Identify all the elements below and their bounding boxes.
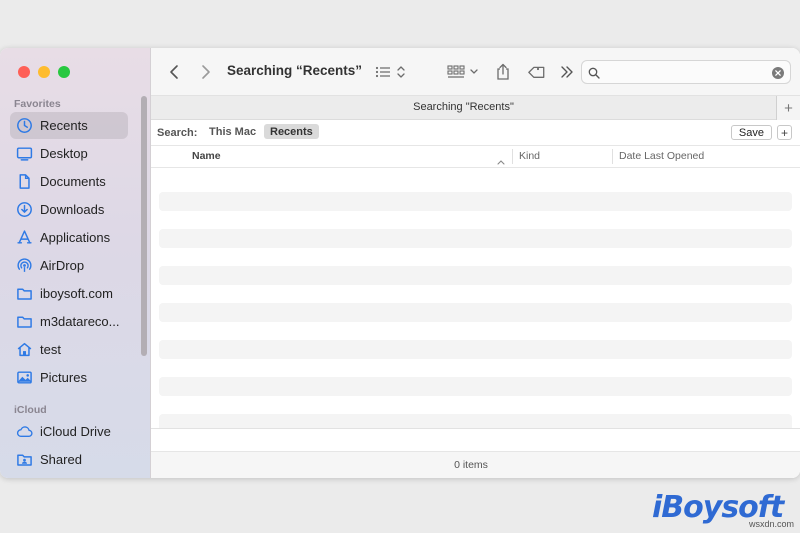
- status-bar: 0 items: [151, 428, 800, 478]
- document-icon: [16, 173, 33, 190]
- tag-icon[interactable]: [528, 62, 546, 82]
- finder-window: Favorites Recents Desktop Documents Down…: [0, 48, 800, 478]
- site-watermark: wsxdn.com: [748, 519, 794, 529]
- column-kind[interactable]: Kind: [519, 150, 540, 162]
- group-button[interactable]: [447, 62, 481, 82]
- sidebar-item-icloud-drive[interactable]: iCloud Drive: [10, 418, 128, 445]
- tab-bar: Searching "Recents" +: [151, 96, 800, 120]
- home-icon: [16, 341, 33, 358]
- sidebar-item-desktop[interactable]: Desktop: [10, 140, 128, 167]
- forward-button[interactable]: [201, 62, 211, 82]
- search-scope-label: Search:: [157, 127, 198, 139]
- scope-this-mac-button[interactable]: This Mac: [203, 124, 262, 139]
- column-header: Name Kind Date Last Opened: [151, 146, 800, 168]
- pictures-icon: [16, 369, 33, 386]
- list-row-placeholder: [159, 377, 792, 396]
- sidebar-item-test[interactable]: test: [10, 336, 128, 363]
- list-row-placeholder: [159, 303, 792, 322]
- sidebar-item-shared[interactable]: Shared: [10, 446, 128, 473]
- list-view-button[interactable]: [375, 62, 407, 82]
- search-field[interactable]: [581, 60, 791, 84]
- folder-icon: [16, 313, 33, 330]
- back-button[interactable]: [169, 62, 179, 82]
- sidebar: Favorites Recents Desktop Documents Down…: [0, 48, 151, 478]
- desktop-icon: [16, 145, 33, 162]
- sidebar-item-label: Downloads: [40, 202, 105, 217]
- search-scope-bar: Search: This Mac Recents Save +: [151, 120, 800, 146]
- clock-icon: [16, 117, 33, 134]
- sidebar-item-m3datareco[interactable]: m3datareco...: [10, 308, 128, 335]
- sidebar-section-favorites: Favorites: [14, 98, 61, 110]
- folder-icon: [16, 285, 33, 302]
- sidebar-item-label: iCloud Drive: [40, 424, 111, 439]
- zoom-button[interactable]: [58, 66, 70, 78]
- sidebar-item-label: Desktop: [40, 146, 88, 161]
- list-row-placeholder: [159, 229, 792, 248]
- sidebar-item-documents[interactable]: Documents: [10, 168, 128, 195]
- list-row-placeholder: [159, 192, 792, 211]
- share-icon[interactable]: [495, 62, 511, 82]
- search-icon: [588, 66, 600, 84]
- window-controls: [18, 66, 70, 78]
- sidebar-item-label: iboysoft.com: [40, 286, 113, 301]
- search-input[interactable]: [604, 64, 764, 80]
- add-criteria-button[interactable]: +: [777, 125, 792, 140]
- clear-search-icon[interactable]: [772, 66, 784, 84]
- list-row-placeholder: [159, 340, 792, 359]
- shared-folder-icon: [16, 451, 33, 468]
- column-divider[interactable]: [512, 149, 513, 164]
- sidebar-item-label: test: [40, 342, 61, 357]
- sidebar-item-label: Recents: [40, 118, 88, 133]
- sidebar-item-recents[interactable]: Recents: [10, 112, 128, 139]
- sidebar-item-downloads[interactable]: Downloads: [10, 196, 128, 223]
- sidebar-item-label: Pictures: [40, 370, 87, 385]
- list-row-placeholder: [159, 266, 792, 285]
- toolbar: Searching “Recents”: [151, 48, 800, 96]
- new-tab-button[interactable]: +: [776, 96, 800, 120]
- scope-recents-button[interactable]: Recents: [264, 124, 319, 139]
- cloud-icon: [16, 423, 33, 440]
- main-content: Searching “Recents” Searching "Recents" …: [151, 48, 800, 478]
- sidebar-item-label: m3datareco...: [40, 314, 120, 329]
- sidebar-item-label: Applications: [40, 230, 111, 245]
- sidebar-section-icloud: iCloud: [14, 404, 47, 416]
- column-date-last-opened[interactable]: Date Last Opened: [619, 150, 704, 162]
- download-icon: [16, 201, 33, 218]
- sidebar-item-pictures[interactable]: Pictures: [10, 364, 128, 391]
- sidebar-item-label: Documents: [40, 174, 106, 189]
- sidebar-item-airdrop[interactable]: AirDrop: [10, 252, 128, 279]
- window-title: Searching “Recents”: [227, 63, 363, 78]
- tab-searching-recents[interactable]: Searching "Recents": [151, 101, 776, 113]
- chevron-double-right-icon[interactable]: [560, 62, 574, 82]
- save-search-button[interactable]: Save: [730, 125, 772, 140]
- column-name[interactable]: Name: [192, 150, 221, 162]
- sidebar-item-label: Shared: [40, 452, 82, 467]
- chevron-up-icon[interactable]: [497, 152, 505, 170]
- sidebar-item-applications[interactable]: Applications: [10, 224, 128, 251]
- column-divider[interactable]: [612, 149, 613, 164]
- sidebar-scrollbar[interactable]: [141, 96, 147, 356]
- sidebar-item-iboysoft[interactable]: iboysoft.com: [10, 280, 128, 307]
- item-count: 0 items: [454, 459, 488, 471]
- close-button[interactable]: [18, 66, 30, 78]
- airdrop-icon: [16, 257, 33, 274]
- sidebar-item-label: AirDrop: [40, 258, 85, 273]
- applications-icon: [16, 229, 33, 246]
- minimize-button[interactable]: [38, 66, 50, 78]
